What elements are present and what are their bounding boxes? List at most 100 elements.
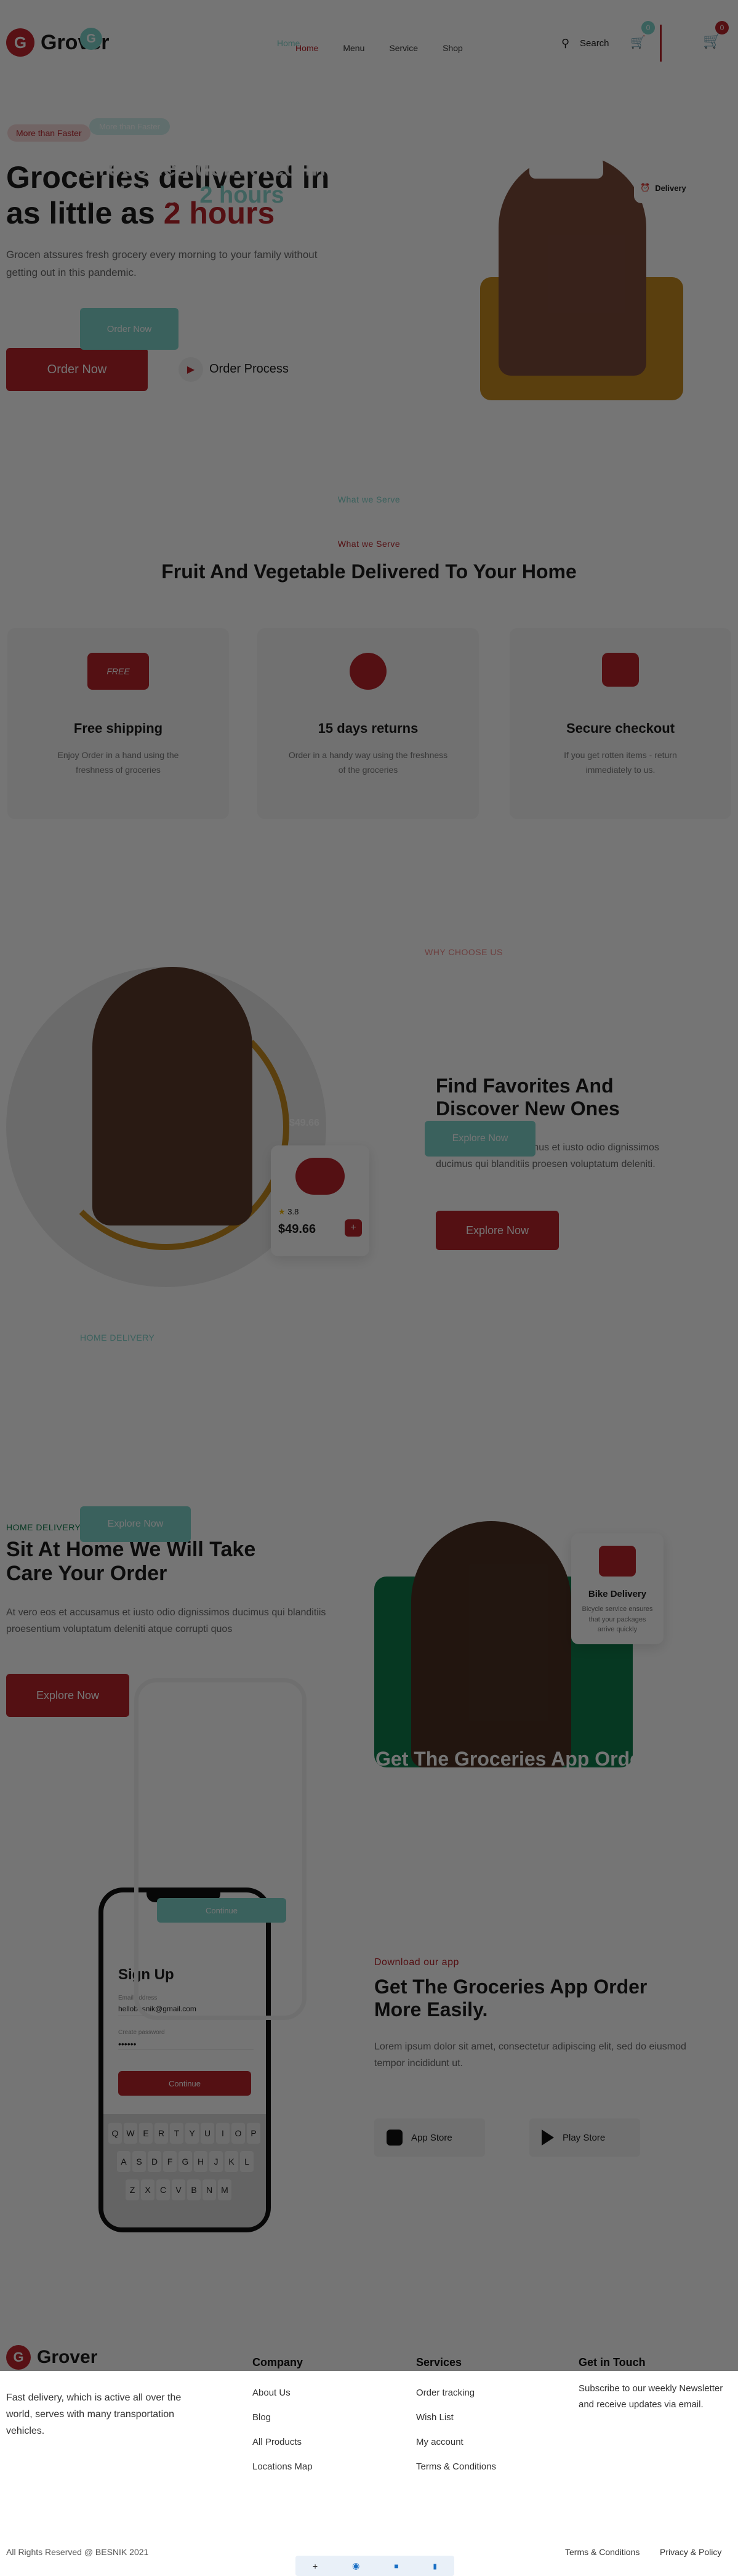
choose-title-line1: Find Favorites And bbox=[436, 1075, 614, 1097]
logo-mark-icon: G bbox=[6, 28, 34, 57]
nav-item-home[interactable]: Home bbox=[295, 43, 318, 53]
keyboard-key[interactable]: P bbox=[247, 2123, 260, 2144]
lock-icon[interactable]: ■ bbox=[394, 2562, 398, 2570]
footer-link-account[interactable]: My account bbox=[416, 2430, 496, 2455]
app-store-button[interactable]: App Store bbox=[374, 2118, 485, 2157]
footer-link-products[interactable]: All Products bbox=[252, 2430, 313, 2455]
header-divider bbox=[660, 25, 662, 62]
footer-brand-name: Grover bbox=[37, 2347, 98, 2367]
service-card-returns: 15 days returns Order in a handy way usi… bbox=[257, 628, 479, 819]
hero-chef-hat bbox=[529, 135, 603, 179]
order-now-button[interactable]: Order Now bbox=[6, 348, 148, 391]
rating-value: 3.8 bbox=[287, 1207, 299, 1216]
search-icon[interactable]: ⚲ bbox=[561, 37, 569, 50]
keyboard-key[interactable]: F bbox=[163, 2151, 177, 2172]
keyboard-key[interactable]: Z bbox=[126, 2179, 139, 2200]
footer-privacy-link[interactable]: Privacy & Policy bbox=[660, 2547, 721, 2557]
product-card-strawberry[interactable]: ★ 3.8 $49.66 + bbox=[271, 1145, 369, 1256]
footer-services-title: Services bbox=[416, 2356, 462, 2368]
nav-item-service[interactable]: Service bbox=[389, 43, 418, 53]
keyboard-key[interactable]: T bbox=[170, 2123, 183, 2144]
keyboard-key[interactable]: M bbox=[218, 2179, 231, 2200]
keyboard-key[interactable]: K bbox=[225, 2151, 238, 2172]
keyboard-key[interactable]: N bbox=[203, 2179, 216, 2200]
keyboard-key[interactable]: X bbox=[141, 2179, 154, 2200]
header: G Grover Home Menu Service Shop ⚲ Search… bbox=[0, 21, 738, 68]
service-card-shipping: FREE Free shipping Enjoy Order in a hand… bbox=[7, 628, 229, 819]
keyboard-key[interactable]: I bbox=[216, 2123, 230, 2144]
footer-link-blog[interactable]: Blog bbox=[252, 2405, 313, 2430]
keyboard-key[interactable]: R bbox=[154, 2123, 168, 2144]
keyboard-key[interactable]: Q bbox=[108, 2123, 122, 2144]
keyboard-key[interactable]: J bbox=[209, 2151, 223, 2172]
brand-name: Grover bbox=[41, 30, 110, 54]
delivery-explore-button[interactable]: Explore Now bbox=[6, 1674, 129, 1717]
phone-notch bbox=[146, 1890, 220, 1902]
google-play-icon bbox=[542, 2130, 554, 2146]
keyboard-key[interactable]: A bbox=[117, 2151, 130, 2172]
keyboard-key[interactable]: E bbox=[139, 2123, 153, 2144]
phone-mockup: Sign Up Email address hellobesnik@gmail.… bbox=[98, 1888, 271, 2232]
footer-logo[interactable]: G Grover bbox=[6, 2345, 97, 2370]
keyboard-key[interactable]: O bbox=[231, 2123, 245, 2144]
main-nav: Home Menu Service Shop bbox=[295, 43, 463, 53]
base-page: G Grover Home Menu Service Shop ⚲ Search… bbox=[0, 0, 738, 2576]
plus-icon[interactable]: + bbox=[313, 2561, 318, 2571]
delivery-title: Sit At Home We Will Take Care Your Order bbox=[6, 1538, 255, 1586]
hero-image: ⏰ Delivery bbox=[425, 129, 702, 400]
choose-explore-button[interactable]: Explore Now bbox=[436, 1211, 559, 1250]
app-title-line1: Get The Groceries App Order bbox=[374, 1976, 648, 1998]
footer-link-locations[interactable]: Locations Map bbox=[252, 2455, 313, 2479]
keyboard-key[interactable]: G bbox=[178, 2151, 192, 2172]
footer-link-about[interactable]: About Us bbox=[252, 2381, 313, 2405]
nav-item-menu[interactable]: Menu bbox=[343, 43, 364, 53]
keyboard-key[interactable]: H bbox=[194, 2151, 207, 2172]
password-field-label: Create password bbox=[118, 2029, 165, 2036]
play-icon[interactable]: ▶ bbox=[178, 357, 203, 382]
keyboard-key[interactable]: L bbox=[240, 2151, 254, 2172]
choose-person bbox=[92, 967, 252, 1225]
delivery-kicker: HOME DELIVERY bbox=[6, 1522, 81, 1532]
app-title-line2: More Easily. bbox=[374, 1998, 488, 2021]
hero-badge: More than Faster bbox=[7, 124, 90, 142]
bike-delivery-card: Bike Delivery Bicycle service ensures th… bbox=[571, 1533, 664, 1644]
rating: ★ 3.8 bbox=[278, 1207, 299, 1217]
footer-touch: Get in Touch Subscribe to our weekly New… bbox=[579, 2350, 726, 2412]
nav-item-shop[interactable]: Shop bbox=[443, 43, 463, 53]
email-field[interactable]: hellobesnik@gmail.com bbox=[118, 2005, 254, 2016]
play-store-button[interactable]: Play Store bbox=[529, 2118, 640, 2157]
footer-link-tracking[interactable]: Order tracking bbox=[416, 2381, 496, 2405]
cart-icon[interactable]: 🛒 bbox=[703, 32, 721, 50]
footer-link-terms[interactable]: Terms & Conditions bbox=[416, 2455, 496, 2479]
service-text: Enjoy Order in a hand using the freshnes… bbox=[57, 750, 179, 775]
keyboard-key[interactable]: W bbox=[124, 2123, 137, 2144]
panel-icon[interactable]: ▮ bbox=[433, 2562, 437, 2570]
add-to-cart-button[interactable]: + bbox=[345, 1219, 362, 1237]
order-process-link[interactable]: Order Process bbox=[209, 362, 289, 376]
serve-kicker: What we Serve bbox=[337, 539, 401, 549]
password-field[interactable]: •••••• bbox=[118, 2039, 254, 2049]
service-title: Free shipping bbox=[73, 721, 163, 736]
delivery-label: Delivery bbox=[655, 183, 686, 193]
keyboard-key[interactable]: U bbox=[201, 2123, 214, 2144]
search-link[interactable]: Search bbox=[580, 38, 609, 49]
keyboard-key[interactable]: S bbox=[132, 2151, 146, 2172]
footer-terms-link[interactable]: Terms & Conditions bbox=[565, 2547, 640, 2557]
brand-logo[interactable]: G Grover bbox=[6, 28, 110, 57]
delivery-text: At vero eos et accusamus et iusto odio d… bbox=[6, 1607, 326, 1635]
footer-touch-title: Get in Touch bbox=[579, 2356, 646, 2368]
phone-keyboard: QWERTYUIOP ASDFGHJKL ZXCVBNM bbox=[103, 2114, 266, 2227]
keyboard-key[interactable]: B bbox=[187, 2179, 201, 2200]
keyboard-key[interactable]: V bbox=[172, 2179, 185, 2200]
keyboard-key[interactable]: C bbox=[156, 2179, 170, 2200]
keyboard-key[interactable]: Y bbox=[185, 2123, 199, 2144]
eye-icon[interactable]: ◉ bbox=[352, 2561, 359, 2571]
footer-services: Services Order tracking Wish List My acc… bbox=[416, 2350, 496, 2479]
service-title: Secure checkout bbox=[566, 721, 675, 736]
footer-link-wishlist[interactable]: Wish List bbox=[416, 2405, 496, 2430]
app-kicker: Download our app bbox=[374, 1957, 459, 1968]
continue-button[interactable]: Continue bbox=[118, 2071, 251, 2096]
app-text: Lorem ipsum dolor sit amet, consectetur … bbox=[374, 2041, 686, 2069]
keyboard-key[interactable]: D bbox=[148, 2151, 161, 2172]
strawberry-image bbox=[295, 1158, 345, 1195]
